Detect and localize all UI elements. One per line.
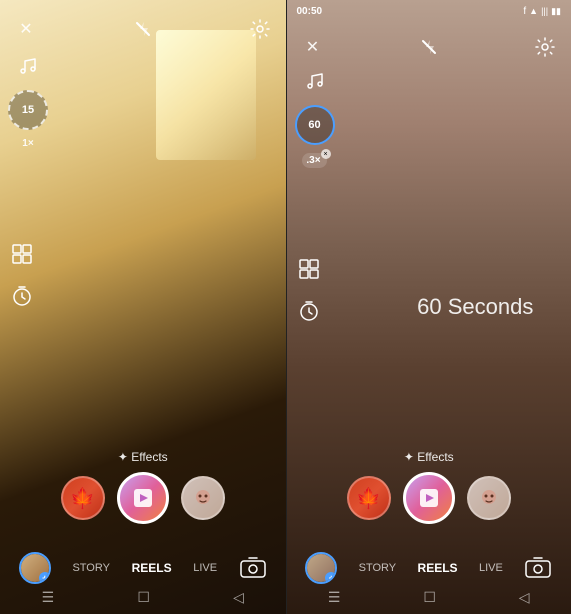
right-nav-story[interactable]: STORY <box>359 562 397 574</box>
right-settings-icon[interactable] <box>531 33 559 61</box>
left-camera-flip[interactable] <box>239 554 267 582</box>
status-time: 00:50 <box>297 6 323 17</box>
left-effect-face[interactable] <box>181 476 225 520</box>
right-system-nav: ☰ ☐ ◁ <box>287 589 571 606</box>
right-avatar-plus[interactable]: + <box>325 572 337 584</box>
fb-icon: f <box>523 6 526 17</box>
left-top-bar: ✕ <box>0 0 286 50</box>
left-effects-row: ✦ Effects 🍁 <box>0 450 286 524</box>
left-nav-story[interactable]: STORY <box>72 562 110 574</box>
right-menu-icon[interactable]: ☰ <box>328 589 341 606</box>
right-status-bar: 00:50 f ▲ ||| ▮▮ <box>287 0 571 22</box>
right-panel: 00:50 f ▲ ||| ▮▮ ✕ <box>286 0 571 614</box>
left-avatar-plus[interactable]: + <box>39 572 51 584</box>
right-effect-maple[interactable]: 🍁 <box>347 476 391 520</box>
left-effect-maple[interactable]: 🍁 <box>61 476 105 520</box>
right-nav-live[interactable]: LIVE <box>479 562 503 574</box>
left-nav-live[interactable]: LIVE <box>193 562 217 574</box>
right-close-icon[interactable]: ✕ <box>299 33 327 61</box>
right-camera-flip[interactable] <box>524 554 552 582</box>
right-effects-label[interactable]: ✦ Effects <box>404 450 454 464</box>
timer-icon[interactable] <box>8 282 36 310</box>
right-nav-reels[interactable]: REELS <box>418 561 458 575</box>
right-timer-icon[interactable] <box>295 297 323 325</box>
left-avatar[interactable]: + <box>19 552 51 584</box>
right-effects-icons: 🍁 <box>347 472 511 524</box>
right-music-icon[interactable] <box>304 70 326 97</box>
left-menu-icon[interactable]: ☰ <box>42 589 55 606</box>
seconds-overlay: 60 Seconds <box>417 294 533 320</box>
left-effects-label[interactable]: ✦ Effects <box>118 450 168 464</box>
right-speed-wrapper: .3× × <box>302 153 326 168</box>
right-speed-close[interactable]: × <box>321 149 331 159</box>
right-top-bar: ✕ <box>287 18 571 68</box>
music-icon[interactable] <box>17 55 39 82</box>
left-home-icon[interactable]: ☐ <box>137 589 150 606</box>
settings-icon[interactable] <box>246 15 274 43</box>
left-effect-reels[interactable] <box>117 472 169 524</box>
flash-off-icon[interactable] <box>129 15 157 43</box>
right-effect-face[interactable] <box>467 476 511 520</box>
right-flash-off-icon[interactable] <box>415 33 443 61</box>
right-bottom-nav: + STORY REELS LIVE <box>287 552 571 584</box>
grid-icon[interactable] <box>8 240 36 268</box>
signal-icon: ||| <box>541 6 548 16</box>
left-back-icon[interactable]: ◁ <box>233 589 244 606</box>
left-side-controls: 15 1× <box>8 55 48 149</box>
left-panel: ✕ 15 1× <box>0 0 286 614</box>
wifi-icon: ▲ <box>529 6 538 16</box>
battery-icon: ▮▮ <box>551 6 561 17</box>
right-effect-reels[interactable] <box>403 472 455 524</box>
right-home-icon[interactable]: ☐ <box>423 589 436 606</box>
status-icons: f ▲ ||| ▮▮ <box>523 6 561 17</box>
right-avatar[interactable]: + <box>305 552 337 584</box>
right-grid-icon[interactable] <box>295 255 323 283</box>
left-bottom-nav: + STORY REELS LIVE <box>0 552 286 584</box>
left-speed-badge[interactable]: 1× <box>22 138 33 149</box>
right-effects-row: ✦ Effects 🍁 <box>287 450 571 524</box>
left-system-nav: ☰ ☐ ◁ <box>0 589 286 606</box>
timer-15-circle[interactable]: 15 <box>8 90 48 130</box>
right-side-controls: 60 .3× × <box>295 70 335 168</box>
timer-60-circle[interactable]: 60 <box>295 105 335 145</box>
left-nav-reels[interactable]: REELS <box>132 561 172 575</box>
right-back-icon[interactable]: ◁ <box>519 589 530 606</box>
left-effects-icons: 🍁 <box>61 472 225 524</box>
right-right-controls <box>295 255 323 325</box>
close-icon[interactable]: ✕ <box>12 15 40 43</box>
left-right-controls <box>8 240 36 310</box>
